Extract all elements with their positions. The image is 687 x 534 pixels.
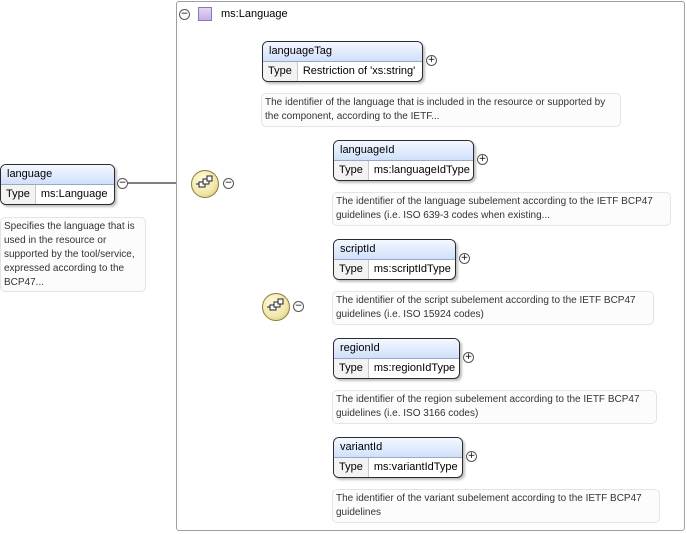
sequence-compositor-icon[interactable] — [191, 170, 219, 198]
element-type-row: Type ms:variantIdType — [334, 458, 462, 477]
type-value: Restriction of 'xs:string' — [302, 65, 416, 77]
type-value: ms:regionIdType — [373, 362, 456, 374]
type-value: ms:scriptIdType — [373, 263, 451, 275]
type-key: Type — [334, 161, 369, 180]
type-value: ms:variantIdType — [373, 461, 458, 473]
element-type-row: Type ms:Language — [1, 185, 114, 204]
type-key: Type — [1, 185, 36, 204]
element-name: language — [1, 165, 114, 185]
element-documentation: The identifier of the language subelemen… — [332, 192, 671, 226]
expand-icon[interactable]: + — [463, 352, 474, 363]
complex-type-icon — [198, 7, 212, 21]
element-scriptId[interactable]: scriptId Type ms:scriptIdType — [333, 239, 456, 280]
element-type-row: Type ms:languageIdType — [334, 161, 473, 180]
element-documentation: The identifier of the script subelement … — [332, 291, 654, 325]
type-key: Type — [334, 359, 369, 378]
element-name: regionId — [334, 339, 459, 359]
complex-type-title: ms:Language — [221, 8, 288, 20]
element-documentation: The identifier of the variant subelement… — [332, 489, 660, 523]
type-value: ms:languageIdType — [373, 164, 470, 176]
type-key: Type — [263, 62, 298, 81]
element-documentation: The identifier of the language that is i… — [261, 93, 621, 127]
type-value: ms:Language — [40, 188, 108, 200]
type-key: Type — [334, 458, 369, 477]
element-language[interactable]: language Type ms:Language — [0, 164, 115, 205]
element-type-row: Type ms:regionIdType — [334, 359, 459, 378]
element-documentation: Specifies the language that is used in t… — [0, 217, 146, 292]
element-name: variantId — [334, 438, 462, 458]
element-name: scriptId — [334, 240, 455, 260]
collapse-icon[interactable]: − — [179, 9, 190, 20]
expand-icon[interactable]: + — [459, 253, 470, 264]
element-variantId[interactable]: variantId Type ms:variantIdType — [333, 437, 463, 478]
sequence-compositor-icon[interactable] — [262, 293, 290, 321]
element-name: languageId — [334, 141, 473, 161]
expand-icon[interactable]: + — [426, 55, 437, 66]
type-key: Type — [334, 260, 369, 279]
element-languageTag[interactable]: languageTag Type Restriction of 'xs:stri… — [262, 41, 423, 82]
element-languageId[interactable]: languageId Type ms:languageIdType — [333, 140, 474, 181]
element-regionId[interactable]: regionId Type ms:regionIdType — [333, 338, 460, 379]
element-type-row: Type Restriction of 'xs:string' — [263, 62, 422, 81]
complex-type-header: − ms:Language — [176, 1, 683, 27]
element-documentation: The identifier of the region subelement … — [332, 390, 657, 424]
element-name: languageTag — [263, 42, 422, 62]
collapse-icon[interactable]: − — [223, 178, 234, 189]
collapse-icon[interactable]: − — [117, 178, 128, 189]
expand-icon[interactable]: + — [466, 451, 477, 462]
collapse-icon[interactable]: − — [293, 301, 304, 312]
element-type-row: Type ms:scriptIdType — [334, 260, 455, 279]
expand-icon[interactable]: + — [477, 154, 488, 165]
